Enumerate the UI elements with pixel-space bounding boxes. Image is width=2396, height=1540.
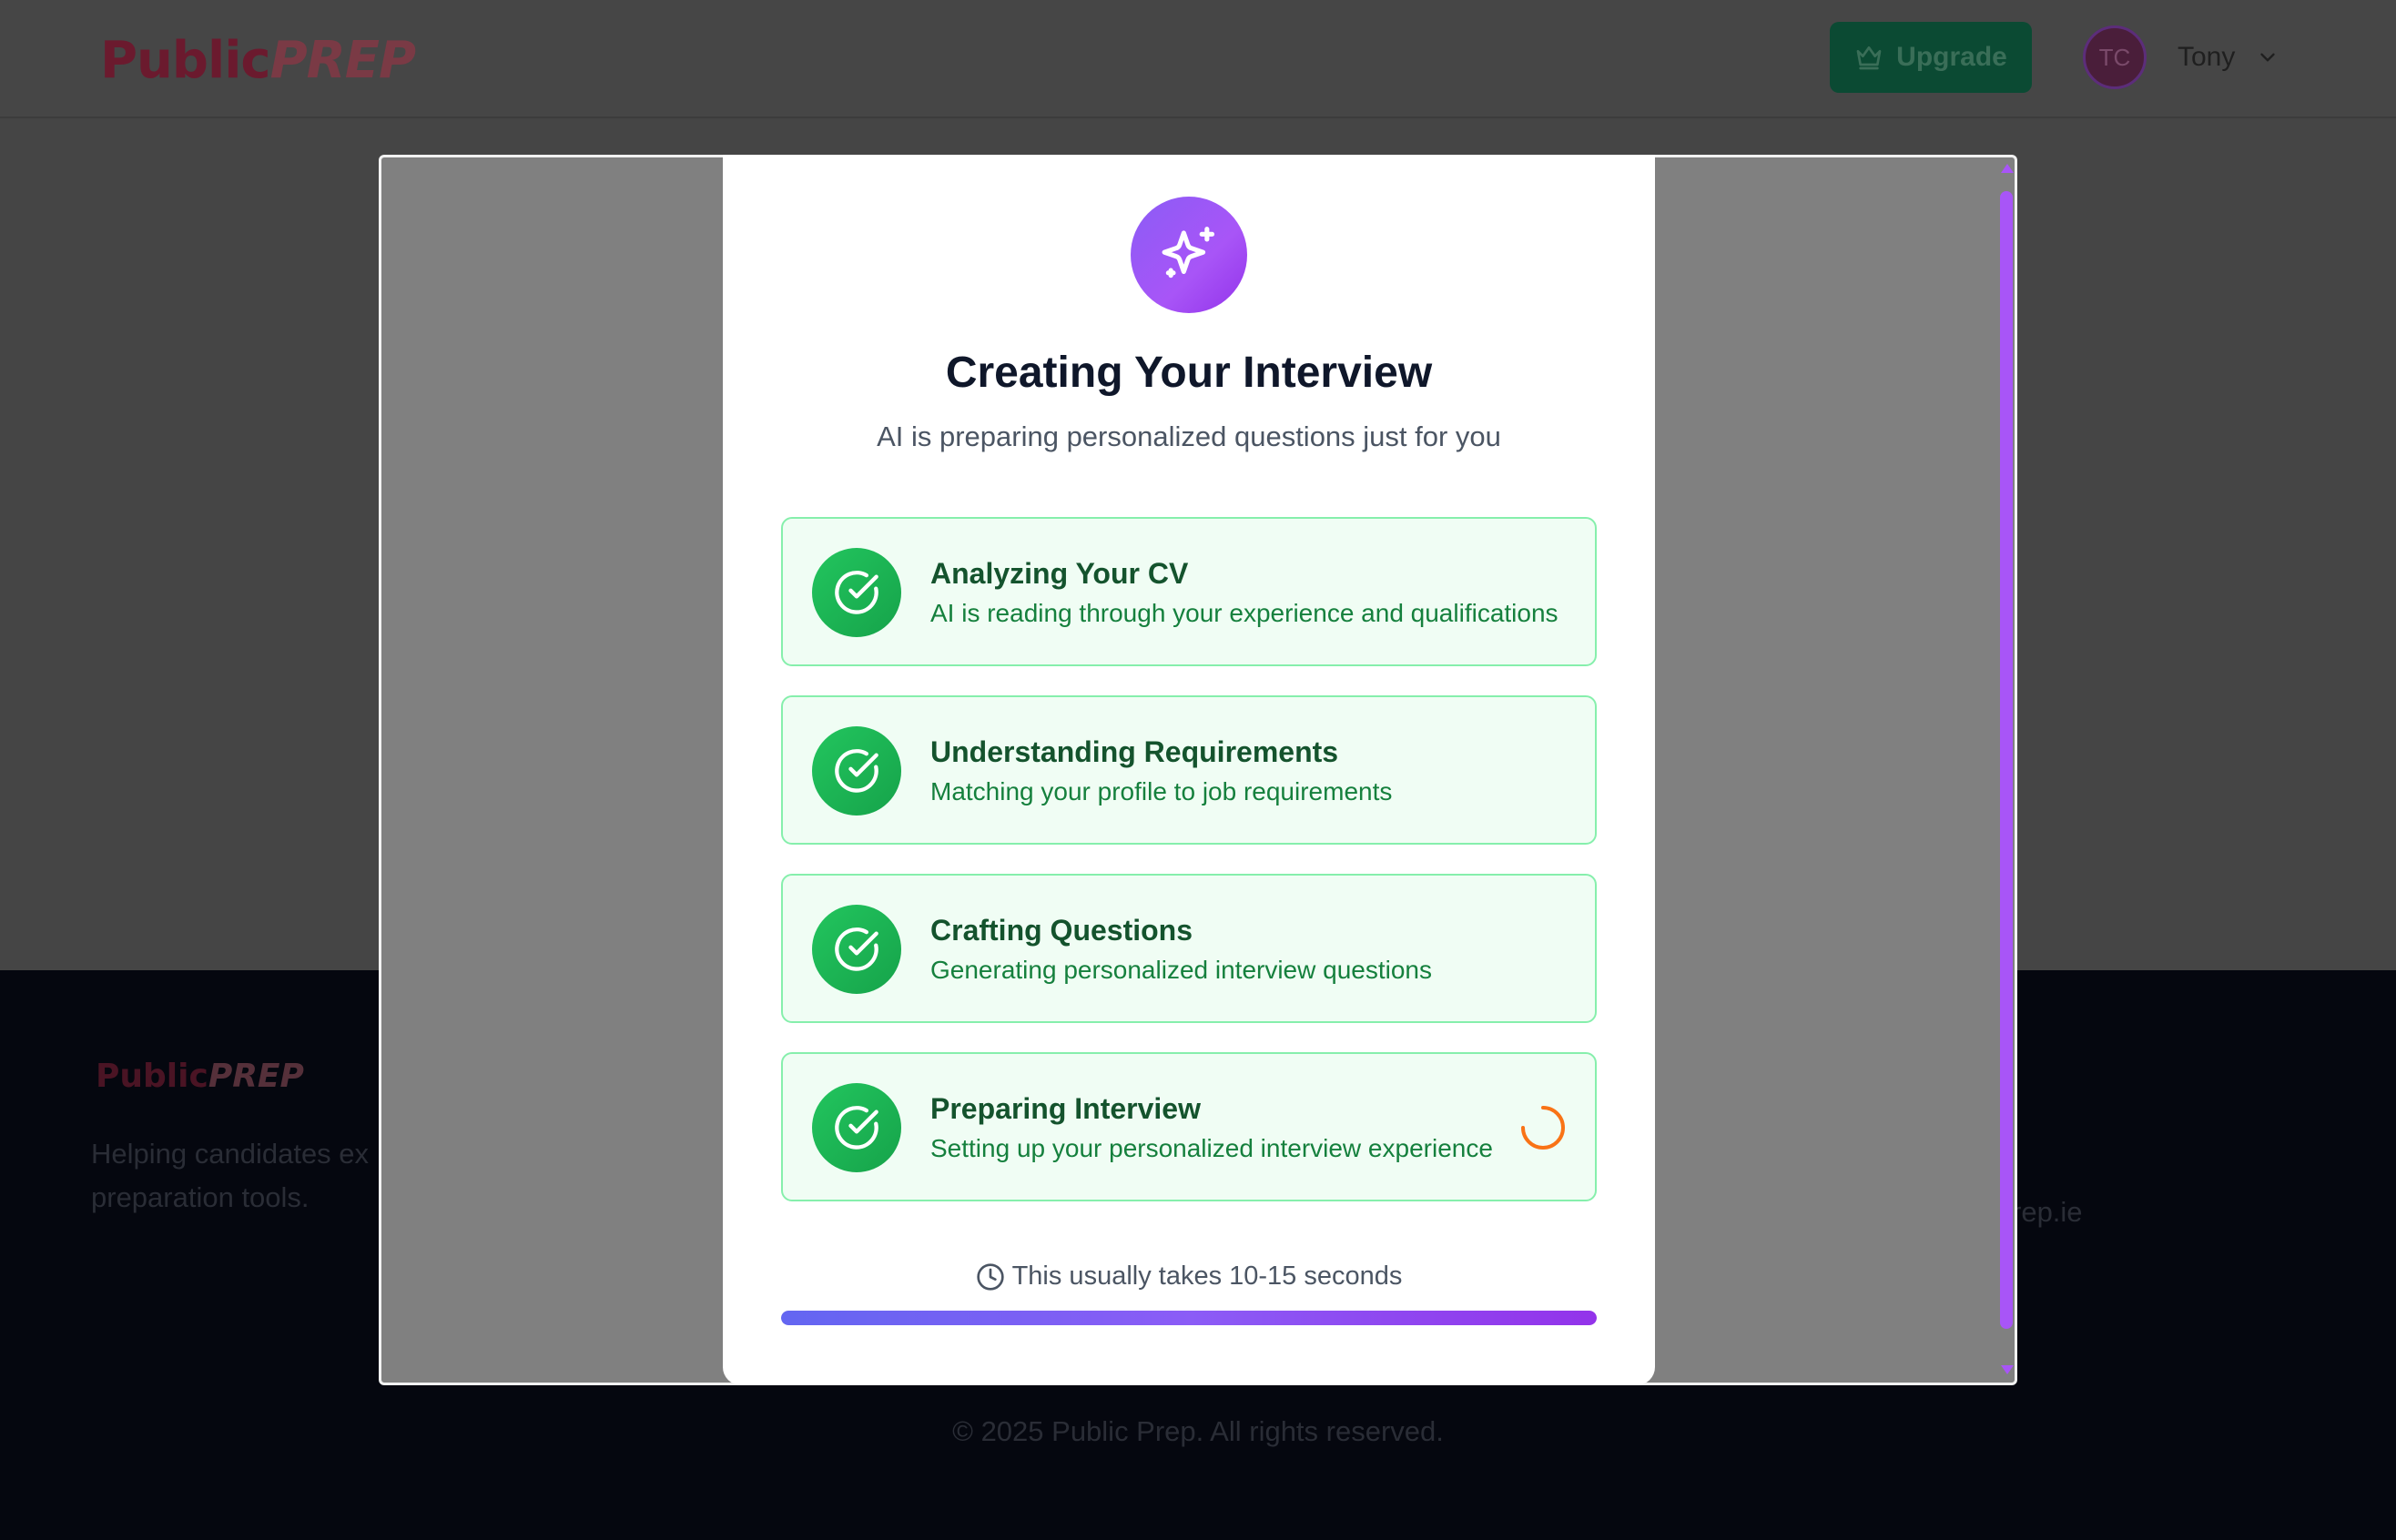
step-description: Matching your profile to job requirement… — [930, 777, 1393, 805]
step-crafting-questions: Crafting Questions Generating personaliz… — [781, 874, 1597, 1023]
scroll-down-arrow[interactable] — [2001, 1365, 2014, 1374]
brand-logo[interactable]: PublicPREP — [100, 31, 416, 90]
clock-icon — [976, 1262, 1004, 1291]
eta-text: This usually takes 10-15 seconds — [1011, 1261, 1403, 1291]
check-circle-icon — [835, 927, 878, 971]
modal-scrollbar[interactable] — [1997, 155, 2017, 1385]
footer-logo-text-prep: PREP — [208, 1058, 304, 1095]
footer-logo-text-public: Public — [96, 1058, 208, 1095]
scroll-up-arrow[interactable] — [2001, 164, 2014, 173]
check-circle-icon — [835, 1106, 878, 1150]
footer-tagline: Helping candidates ex preparation tools. — [91, 1138, 370, 1213]
generating-interview-modal: Creating Your Interview AI is preparing … — [723, 155, 1655, 1385]
step-analyzing-cv: Analyzing Your CV AI is reading through … — [781, 517, 1597, 666]
progress-bar-fill — [781, 1311, 1597, 1325]
footer-copyright: © 2025 Public Prep. All rights reserved. — [952, 1415, 1444, 1447]
footer-logo: PublicPREP — [96, 1058, 304, 1095]
logo-text-public: Public — [100, 31, 271, 90]
check-circle-icon — [835, 749, 878, 793]
logo-text-prep: PREP — [269, 31, 416, 90]
progress-bar — [781, 1311, 1597, 1325]
top-navbar: PublicPREP Upgrade TC Tony — [0, 0, 2396, 118]
footer-email-link[interactable]: rep.ie — [2012, 1196, 2083, 1229]
scrollbar-thumb[interactable] — [2000, 191, 2013, 1329]
step-title: Crafting Questions — [930, 914, 1193, 947]
modal-title: Creating Your Interview — [945, 349, 1433, 397]
step-preparing-interview: Preparing Interview Setting up your pers… — [781, 1052, 1597, 1201]
step-status-indicator — [812, 548, 901, 637]
step-status-indicator — [812, 726, 901, 816]
user-name[interactable]: Tony — [2178, 42, 2235, 73]
chevron-down-icon[interactable] — [2256, 46, 2279, 69]
step-status-indicator — [812, 1083, 901, 1172]
upgrade-button[interactable]: Upgrade — [1830, 22, 2032, 93]
sparkles-icon — [1162, 227, 1215, 279]
step-understanding-requirements: Understanding Requirements Matching your… — [781, 695, 1597, 845]
step-description: Generating personalized interview questi… — [930, 956, 1432, 984]
modal-subtitle: AI is preparing personalized questions j… — [877, 420, 1501, 452]
spinner-icon — [1521, 1106, 1565, 1150]
step-title: Preparing Interview — [930, 1092, 1201, 1125]
step-status-indicator — [812, 905, 901, 994]
step-title: Analyzing Your CV — [930, 557, 1189, 590]
upgrade-label: Upgrade — [1896, 42, 2007, 72]
step-title: Understanding Requirements — [930, 735, 1339, 768]
avatar[interactable]: TC — [2083, 25, 2147, 89]
sparkles-badge — [1131, 197, 1247, 313]
eta-note: This usually takes 10-15 seconds — [723, 1261, 1655, 1292]
step-description: Setting up your personalized interview e… — [930, 1134, 1493, 1162]
check-circle-icon — [835, 571, 878, 614]
crown-icon — [1856, 46, 1882, 70]
step-description: AI is reading through your experience an… — [930, 599, 1558, 627]
